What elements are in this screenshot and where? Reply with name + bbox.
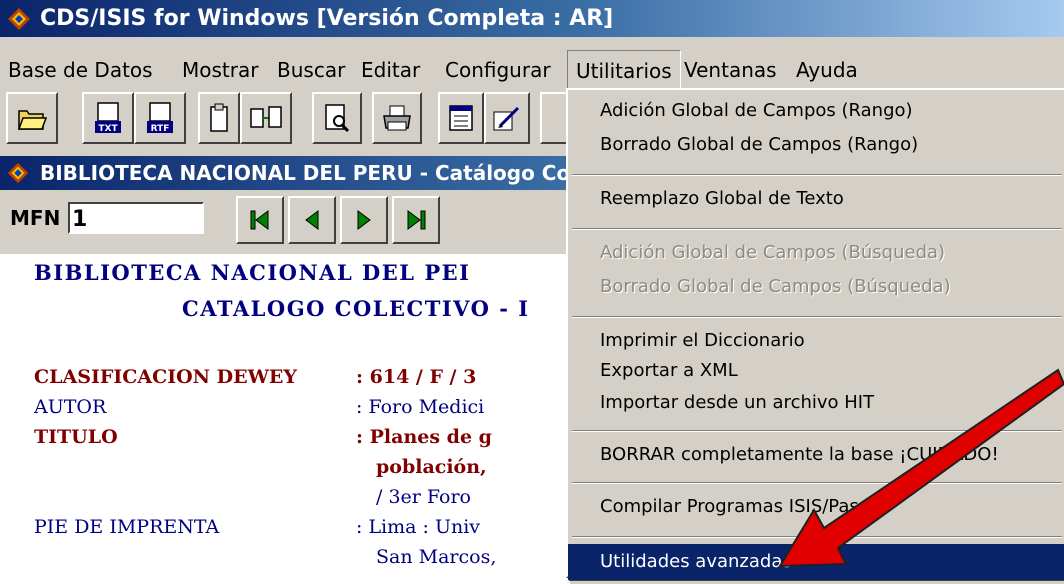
copy-record-icon: [250, 106, 282, 128]
open-folder-icon: [17, 110, 47, 130]
mfn-label: MFN: [10, 206, 61, 230]
menu-configurar[interactable]: Configurar: [445, 50, 551, 90]
toolbar: TXT RTF: [0, 92, 580, 148]
field-label-autor: AUTOR: [34, 396, 107, 418]
record-header-line2: CATALOGO COLECTIVO - I: [182, 296, 530, 321]
menu-item-reemplazo-global-texto[interactable]: Reemplazo Global de Texto: [568, 182, 1064, 216]
field-value-titulo-cont1: población,: [376, 456, 487, 478]
menu-item-borrar-base[interactable]: BORRAR completamente la base ¡CUIDADO!: [568, 438, 1064, 472]
rtf-label: RTF: [151, 124, 170, 134]
record-header-line1: BIBLIOTECA NACIONAL DEL PEI: [34, 260, 471, 285]
menu-item-borrado-global-busqueda: Borrado Global de Campos (Búsqueda): [600, 276, 951, 297]
mfn-navigation-bar: MFN 1: [0, 192, 570, 250]
field-label-clasificacion: CLASIFICACION DEWEY: [34, 366, 297, 388]
utilitarios-dropdown-menu: Adición Global de Campos (Rango) Borrado…: [566, 88, 1064, 580]
next-record-button[interactable]: [340, 196, 388, 244]
app-title: CDS/ISIS for Windows [Versión Completa :…: [40, 6, 614, 31]
last-record-icon: [407, 210, 426, 230]
field-label-pie-imprenta: PIE DE IMPRENTA: [34, 516, 220, 538]
field-value-titulo-cont2: / 3er Foro: [376, 486, 471, 508]
menu-bar: Base de Datos Mostrar Buscar Editar Conf…: [0, 50, 1064, 90]
menu-mostrar[interactable]: Mostrar: [182, 50, 258, 90]
print-preview-icon: [325, 104, 350, 133]
mfn-input[interactable]: 1: [68, 202, 204, 234]
open-database-button[interactable]: [6, 92, 58, 144]
clipboard-icon: [210, 103, 228, 132]
export-txt-icon: TXT: [95, 102, 121, 134]
database-window-icon: [7, 162, 29, 184]
next-record-icon: [357, 210, 371, 230]
field-label-titulo: TITULO: [34, 426, 118, 448]
field-value-autor: : Foro Medici: [356, 396, 485, 418]
export-txt-button[interactable]: TXT: [82, 92, 134, 144]
menu-separator: [572, 174, 1062, 176]
menu-separator: [572, 228, 1062, 230]
record-display: BIBLIOTECA NACIONAL DEL PEI CATALOGO COL…: [0, 254, 570, 584]
last-record-button[interactable]: [392, 196, 440, 244]
menu-base-de-datos[interactable]: Base de Datos: [8, 50, 153, 90]
first-record-icon: [250, 210, 269, 230]
form-icon: [449, 105, 473, 131]
menu-editar[interactable]: Editar: [361, 50, 420, 90]
menu-ayuda[interactable]: Ayuda: [796, 50, 858, 90]
menu-buscar[interactable]: Buscar: [277, 50, 345, 90]
record-window: BIBLIOTECA NACIONAL DEL PERU - Catálogo …: [0, 156, 570, 584]
field-value-pie-imprenta-cont: San Marcos,: [376, 546, 497, 568]
menu-separator: [572, 430, 1062, 432]
txt-label: TXT: [98, 124, 118, 134]
menu-separator: [572, 482, 1062, 484]
menu-item-imprimir-diccionario[interactable]: Imprimir el Diccionario: [568, 324, 1064, 358]
previous-record-button[interactable]: [288, 196, 336, 244]
edit-record-button[interactable]: [484, 92, 530, 144]
menu-item-adicion-global-busqueda: Adición Global de Campos (Búsqueda): [600, 242, 946, 263]
field-value-pie-imprenta: : Lima : Univ: [356, 516, 481, 538]
menu-item-adicion-global-rango[interactable]: Adición Global de Campos (Rango): [568, 94, 1064, 128]
menu-ventanas[interactable]: Ventanas: [684, 50, 777, 90]
export-rtf-button[interactable]: RTF: [134, 92, 186, 144]
export-rtf-icon: RTF: [147, 102, 173, 134]
record-window-title-bar[interactable]: BIBLIOTECA NACIONAL DEL PERU - Catálogo …: [0, 156, 570, 190]
print-icon: [383, 105, 411, 131]
form-button[interactable]: [438, 92, 484, 144]
first-record-button[interactable]: [236, 196, 284, 244]
copy-record-button[interactable]: [240, 92, 292, 144]
record-window-title: BIBLIOTECA NACIONAL DEL PERU - Catálogo …: [40, 161, 571, 185]
cds-isis-app-icon: [8, 8, 30, 30]
menu-utilitarios[interactable]: Utilitarios: [567, 50, 681, 90]
menu-item-compilar-programas[interactable]: Compilar Programas ISIS/Pascal: [568, 490, 1064, 524]
menu-item-exportar-xml[interactable]: Exportar a XML: [568, 354, 1064, 388]
app-title-bar[interactable]: CDS/ISIS for Windows [Versión Completa :…: [0, 0, 1064, 37]
clipboard-button[interactable]: [198, 92, 240, 144]
menu-separator: [572, 316, 1062, 318]
print-preview-button[interactable]: [312, 92, 362, 144]
menu-separator: [572, 536, 1062, 538]
print-button[interactable]: [372, 92, 422, 144]
field-value-titulo: : Planes de g: [356, 426, 492, 448]
previous-record-icon: [305, 210, 319, 230]
menu-item-borrado-global-rango[interactable]: Borrado Global de Campos (Rango): [568, 128, 1064, 162]
menu-item-importar-hit[interactable]: Importar desde un archivo HIT: [568, 386, 1064, 420]
edit-pen-icon: [493, 106, 520, 131]
field-value-clasificacion: : 614 / F / 3: [356, 366, 477, 388]
menu-item-utilidades-avanzadas[interactable]: Utilidades avanzadas: [568, 544, 1064, 580]
